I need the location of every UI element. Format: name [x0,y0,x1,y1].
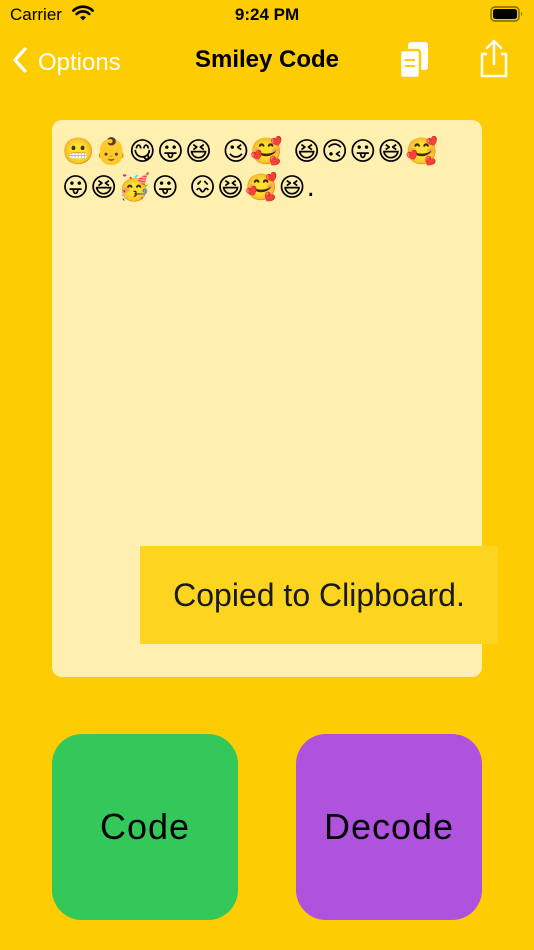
smiley-code-text: 😬👶😋😛😆 😉🥰 😆🙃😛😆🥰 😛😆🥳😛 😖😆🥰😆. [62,137,439,203]
back-button-label: Options [38,48,121,76]
decode-button[interactable]: Decode [296,734,482,920]
share-button[interactable] [476,38,512,85]
status-bar: Carrier 9:24 PM [0,0,534,30]
copy-button[interactable] [396,40,432,85]
status-time: 9:24 PM [234,5,300,24]
chevron-left-icon [12,46,28,79]
copy-icon [396,42,432,84]
copied-toast: Copied to Clipboard. [140,546,498,644]
share-icon [476,39,512,84]
decode-button-label: Decode [323,806,455,847]
smiley-text-view[interactable]: 😬👶😋😛😆 😉🥰 😆🙃😛😆🥰 😛😆🥳😛 😖😆🥰😆. Copied to Clip… [52,120,498,677]
toast-message: Copied to Clipboard. [173,576,465,613]
code-button-label: Code [99,806,191,847]
back-button[interactable]: Options [12,46,121,79]
battery-icon [490,6,524,27]
code-button[interactable]: Code [52,734,238,920]
navigation-bar: Options Smiley Code [0,38,534,84]
